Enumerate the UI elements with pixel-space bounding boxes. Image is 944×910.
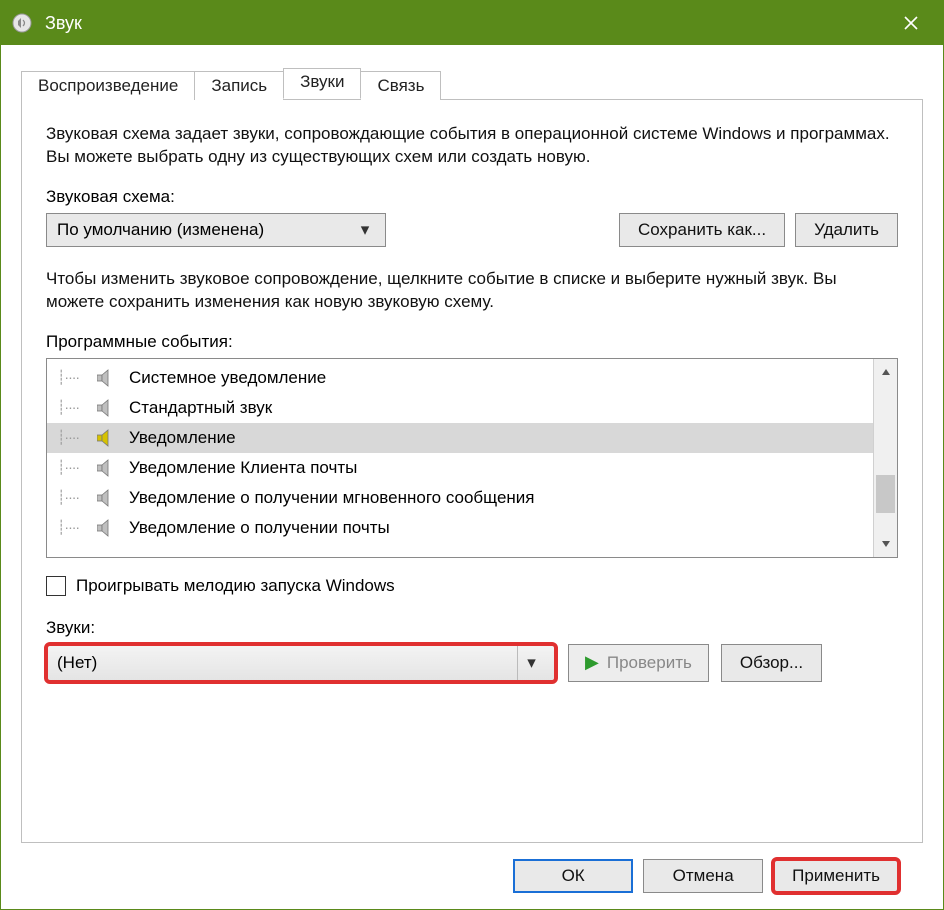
scheme-dropdown[interactable]: По умолчанию (изменена) ▾: [46, 213, 386, 247]
play-startup-label: Проигрывать мелодию запуска Windows: [76, 576, 395, 596]
event-list-item[interactable]: ┊···· Уведомление Клиента почты: [47, 453, 873, 483]
speaker-icon: [95, 428, 119, 448]
tab-recording[interactable]: Запись: [194, 71, 284, 100]
sounds-label: Звуки:: [46, 618, 898, 638]
event-label: Системное уведомление: [129, 368, 326, 388]
tree-branch-icon: ┊····: [57, 429, 95, 446]
scheme-description: Звуковая схема задает звуки, сопровождаю…: [46, 122, 898, 169]
dialog-footer: ОК Отмена Применить: [21, 843, 923, 909]
speaker-icon: [95, 488, 119, 508]
scroll-thumb[interactable]: [876, 475, 895, 513]
test-button-label: Проверить: [607, 653, 692, 673]
cancel-button[interactable]: Отмена: [643, 859, 763, 893]
tree-branch-icon: ┊····: [57, 519, 95, 536]
event-list-item[interactable]: ┊···· Уведомление о получении мгновенного…: [47, 483, 873, 513]
ok-button[interactable]: ОК: [513, 859, 633, 893]
sound-dialog: Звук Воспроизведение Запись Звуки Связь …: [0, 0, 944, 910]
titlebar: Звук: [1, 1, 943, 45]
sounds-dropdown[interactable]: (Нет) ▾: [46, 644, 556, 682]
events-label: Программные события:: [46, 332, 898, 352]
speaker-icon: [95, 518, 119, 538]
event-label: Уведомление о получении мгновенного сооб…: [129, 488, 535, 508]
play-icon: ▶: [585, 652, 599, 673]
window-title: Звук: [45, 13, 883, 34]
speaker-icon: [95, 398, 119, 418]
event-list-item[interactable]: ┊···· Уведомление о получении почты: [47, 513, 873, 543]
sounds-dropdown-value: (Нет): [57, 653, 517, 673]
event-label: Стандартный звук: [129, 398, 272, 418]
event-label: Уведомление: [129, 428, 236, 448]
scroll-up-button[interactable]: [874, 359, 897, 385]
events-description: Чтобы изменить звуковое сопровождение, щ…: [46, 267, 898, 314]
scroll-down-button[interactable]: [874, 531, 897, 557]
sound-icon: [9, 10, 35, 36]
scheme-dropdown-value: По умолчанию (изменена): [57, 220, 355, 240]
speaker-icon: [95, 458, 119, 478]
event-label: Уведомление Клиента почты: [129, 458, 357, 478]
program-events-listbox[interactable]: ┊···· Системное уведомление ┊···· Стандартн…: [46, 358, 898, 558]
save-as-button[interactable]: Сохранить как...: [619, 213, 785, 247]
close-button[interactable]: [883, 1, 939, 45]
delete-button[interactable]: Удалить: [795, 213, 898, 247]
tree-branch-icon: ┊····: [57, 399, 95, 416]
tab-communications[interactable]: Связь: [360, 71, 441, 100]
speaker-icon: [95, 368, 119, 388]
chevron-down-icon: ▾: [517, 645, 545, 681]
tab-playback[interactable]: Воспроизведение: [21, 71, 195, 100]
tab-panel-sounds: Звуковая схема задает звуки, сопровождаю…: [21, 99, 923, 843]
tab-strip: Воспроизведение Запись Звуки Связь: [21, 65, 923, 99]
dialog-body: Воспроизведение Запись Звуки Связь Звуко…: [1, 45, 943, 909]
test-button[interactable]: ▶ Проверить: [568, 644, 709, 682]
tab-sounds[interactable]: Звуки: [283, 68, 361, 99]
play-startup-checkbox[interactable]: [46, 576, 66, 596]
event-list-item[interactable]: ┊···· Уведомление: [47, 423, 873, 453]
chevron-down-icon: ▾: [355, 220, 375, 240]
event-label: Уведомление о получении почты: [129, 518, 390, 538]
tree-branch-icon: ┊····: [57, 369, 95, 386]
event-list-item[interactable]: ┊···· Стандартный звук: [47, 393, 873, 423]
events-scrollbar[interactable]: [873, 359, 897, 557]
scroll-track[interactable]: [874, 385, 897, 531]
tree-branch-icon: ┊····: [57, 459, 95, 476]
event-list-item[interactable]: ┊···· Системное уведомление: [47, 363, 873, 393]
browse-button[interactable]: Обзор...: [721, 644, 822, 682]
scheme-label: Звуковая схема:: [46, 187, 898, 207]
apply-button[interactable]: Применить: [773, 859, 899, 893]
tree-branch-icon: ┊····: [57, 489, 95, 506]
